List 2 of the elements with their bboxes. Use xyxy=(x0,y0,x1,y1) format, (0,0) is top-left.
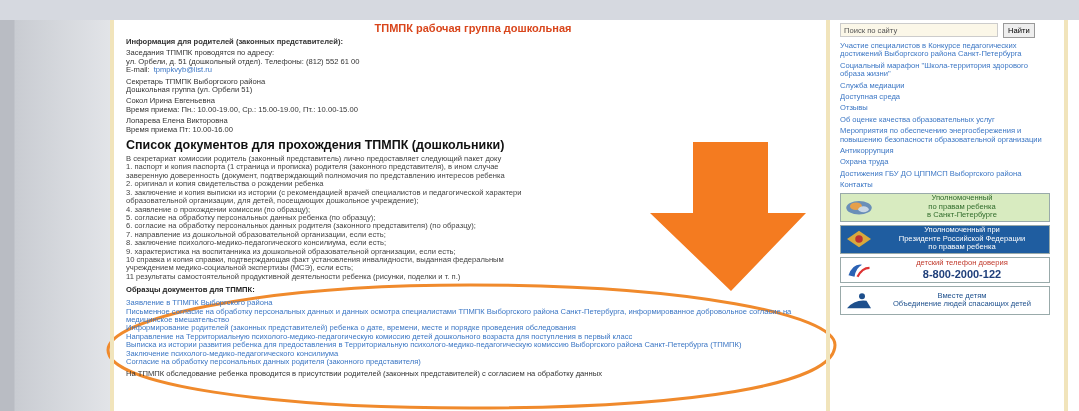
page-title: ТПМПК рабочая группа дошкольная xyxy=(373,21,573,35)
section-heading: Список документов для прохождения ТПМПК (дошкольники) xyxy=(126,138,506,154)
